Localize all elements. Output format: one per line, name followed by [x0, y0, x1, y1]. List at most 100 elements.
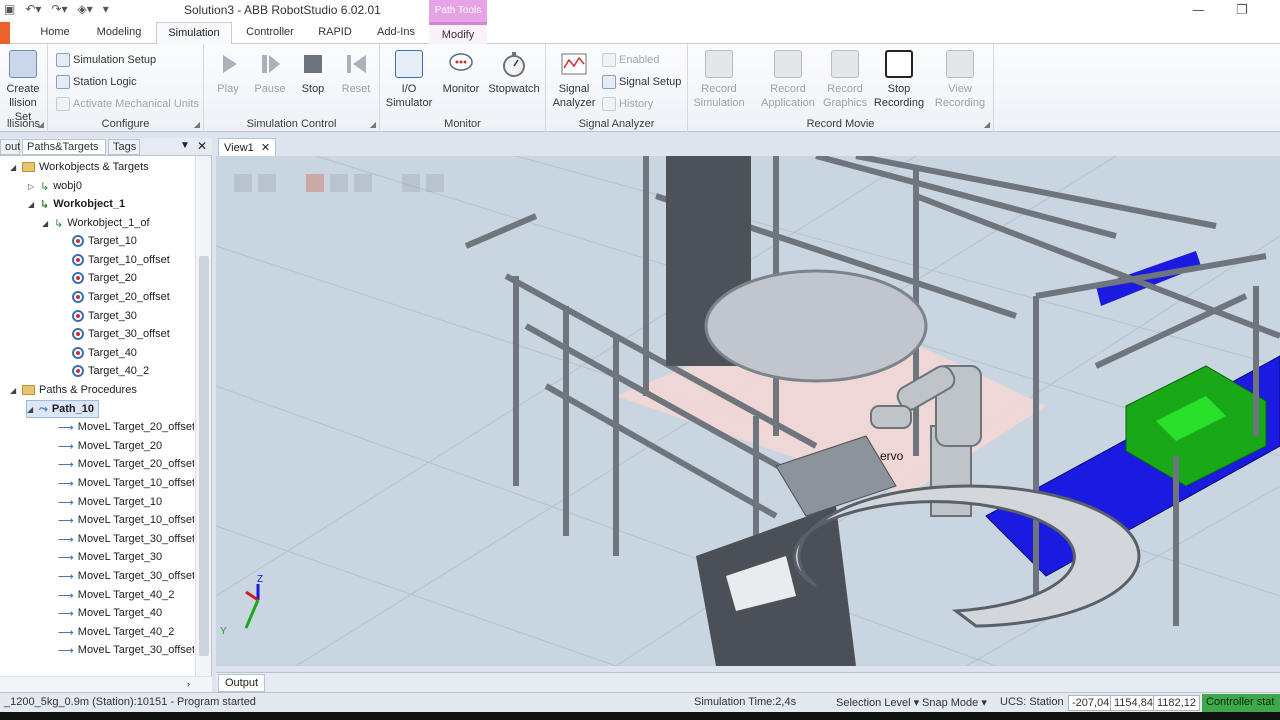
tab-controller[interactable]: Controller	[238, 22, 302, 44]
tree-node-move[interactable]: ⟶ MoveL Target_10	[58, 493, 162, 511]
tree-node-move[interactable]: ⟶ MoveL Target_30	[58, 548, 162, 566]
tree-node-move[interactable]: ⟶ MoveL Target_20_offset	[58, 455, 194, 473]
tree-node-move[interactable]: ⟶ MoveL Target_30_offset	[58, 641, 194, 659]
play-button[interactable]: Play	[210, 50, 246, 96]
save-icon[interactable]: ▣	[4, 2, 15, 16]
selection-mode-icon[interactable]	[306, 174, 324, 192]
signal-setup-button[interactable]: Signal Setup	[602, 73, 681, 91]
record-graphics-button[interactable]: Record Graphics	[818, 50, 872, 110]
tab-modify[interactable]: Modify	[429, 22, 487, 44]
stop-recording-button[interactable]: Stop Recording	[872, 50, 926, 110]
tree-node-wobj0[interactable]: ▷ ↳ wobj0	[28, 177, 82, 195]
pin-icon[interactable]: ▼	[180, 140, 190, 151]
tab-file[interactable]	[0, 22, 10, 44]
tab-add-ins[interactable]: Add-Ins	[366, 22, 426, 44]
record-simulation-button[interactable]: Record Simulation	[688, 50, 750, 110]
move-linear-icon: ⟶	[58, 569, 74, 583]
tree-node-target[interactable]: Target_30_offset	[72, 325, 170, 343]
tree-node-target[interactable]: Target_40	[72, 344, 137, 362]
measure-icon[interactable]	[354, 174, 372, 192]
tree-node-move[interactable]: ⟶ MoveL Target_30_offset	[58, 530, 194, 548]
coordinate-z: 1182,12	[1153, 695, 1200, 711]
collapse-icon[interactable]: ◢	[28, 200, 36, 209]
view-zoom-icon[interactable]	[258, 174, 276, 192]
view-fit-icon[interactable]	[234, 174, 252, 192]
target-icon	[72, 365, 84, 377]
collapse-icon[interactable]: ◢	[10, 386, 18, 395]
tree-node-move[interactable]: ⟶ MoveL Target_10_offset	[58, 511, 194, 529]
dialog-launcher-icon[interactable]: ◢	[194, 120, 200, 129]
tree-node-target[interactable]: Target_20_offset	[72, 288, 170, 306]
selection-level-dropdown[interactable]: Selection Level ▾	[836, 696, 919, 709]
redo-icon[interactable]: ↷▾	[51, 2, 67, 16]
tab-simulation[interactable]: Simulation	[156, 22, 232, 45]
controller-status[interactable]: Controller stat	[1202, 694, 1280, 712]
enabled-checkbox[interactable]: Enabled	[602, 51, 659, 69]
scrollbar-thumb[interactable]	[199, 256, 209, 656]
undo-icon[interactable]: ↶▾	[25, 2, 41, 16]
collapse-icon[interactable]: ◢	[42, 219, 50, 228]
stop-button[interactable]: Stop	[296, 50, 330, 96]
pause-button[interactable]: Pause	[252, 50, 288, 96]
checkbox-icon	[602, 53, 616, 67]
tab-home[interactable]: Home	[30, 22, 80, 44]
tree-node-move[interactable]: ⟶ MoveL Target_40_2	[58, 586, 174, 604]
tree-node-workobject-1[interactable]: ◢ ↳ Workobject_1	[28, 195, 125, 213]
tree-node-target[interactable]: Target_40_2	[72, 362, 149, 380]
view-tab[interactable]: View1 ✕	[218, 138, 277, 156]
tag-icon[interactable]: ◈▾	[78, 2, 93, 16]
signal-analyzer-button[interactable]: Signal Analyzer	[550, 50, 598, 110]
activate-mechanical-units-button[interactable]: Activate Mechanical Units	[56, 95, 199, 113]
simulation-setup-button[interactable]: Simulation Setup	[56, 51, 156, 69]
reset-button[interactable]: Reset	[338, 50, 374, 96]
view-recording-button[interactable]: View Recording	[932, 50, 988, 110]
move-icon[interactable]	[402, 174, 420, 192]
rotate-icon[interactable]	[426, 174, 444, 192]
history-button[interactable]: History	[602, 95, 653, 113]
close-panel-icon[interactable]: ✕	[197, 139, 207, 153]
tree-vertical-scrollbar[interactable]	[195, 156, 211, 676]
close-view-icon[interactable]: ✕	[261, 142, 270, 154]
tree-node-move[interactable]: ⟶ MoveL Target_30_offset	[58, 567, 194, 585]
restore-button[interactable]: ❐	[1236, 3, 1248, 18]
tree-node-move[interactable]: ⟶ MoveL Target_40_2	[58, 623, 174, 641]
station-logic-button[interactable]: Station Logic	[56, 73, 137, 91]
tab-output[interactable]: Output	[218, 674, 266, 692]
tab-tags[interactable]: Tags	[108, 139, 140, 155]
dialog-launcher-icon[interactable]: ◢	[38, 120, 44, 129]
scroll-right-icon[interactable]: ›	[187, 679, 190, 689]
tree-node-move[interactable]: ⟶ MoveL Target_20	[58, 437, 162, 455]
tree-node-path-10[interactable]: ◢ ⤳ Path_10	[26, 400, 100, 418]
tree-horizontal-scrollbar[interactable]: ›	[0, 676, 212, 692]
dialog-launcher-icon[interactable]: ◢	[984, 120, 990, 129]
collapse-icon[interactable]: ◢	[10, 163, 18, 172]
tree-node-move[interactable]: ⟶ MoveL Target_10_offset	[58, 474, 194, 492]
minimize-button[interactable]: —	[1192, 3, 1205, 18]
tree-node-move[interactable]: ⟶ MoveL Target_40	[58, 604, 162, 622]
create-collision-set-button[interactable]: Create llision Set	[0, 50, 46, 124]
tree-node-workobjects-targets[interactable]: ◢ Workobjects & Targets	[10, 158, 149, 176]
snap-mode-dropdown[interactable]: Snap Mode ▾	[922, 696, 987, 709]
tab-layout[interactable]: out	[0, 139, 20, 155]
tree-node-target[interactable]: Target_10_offset	[72, 251, 170, 269]
monitor-button[interactable]: Monitor	[438, 50, 484, 96]
tree-node-target[interactable]: Target_30	[72, 307, 137, 325]
snap-mode-icon[interactable]	[330, 174, 348, 192]
tab-paths-targets[interactable]: Paths&Targets	[22, 139, 106, 155]
tree-node-target[interactable]: Target_20	[72, 269, 137, 287]
tree-node-move[interactable]: ⟶ MoveL Target_20_offset	[58, 418, 194, 436]
tree-node-paths-procedures[interactable]: ◢ Paths & Procedures	[10, 381, 137, 399]
target-icon	[72, 328, 84, 340]
tab-rapid[interactable]: RAPID	[310, 22, 360, 44]
dialog-launcher-icon[interactable]: ◢	[370, 120, 376, 129]
io-simulator-button[interactable]: I/O Simulator	[384, 50, 434, 110]
3d-viewport[interactable]: Z Y ervo	[216, 156, 1280, 666]
expand-icon[interactable]: ▷	[28, 182, 36, 191]
tab-modeling[interactable]: Modeling	[86, 22, 152, 44]
tree-node-workobject-1-of[interactable]: ◢ ↳ Workobject_1_of	[42, 214, 150, 232]
collapse-icon[interactable]: ◢	[27, 405, 35, 414]
record-application-button[interactable]: Record Application	[756, 50, 820, 110]
customize-qat-icon[interactable]: ▾	[103, 2, 109, 16]
stopwatch-button[interactable]: Stopwatch	[486, 50, 542, 96]
tree-node-target[interactable]: Target_10	[72, 232, 137, 250]
